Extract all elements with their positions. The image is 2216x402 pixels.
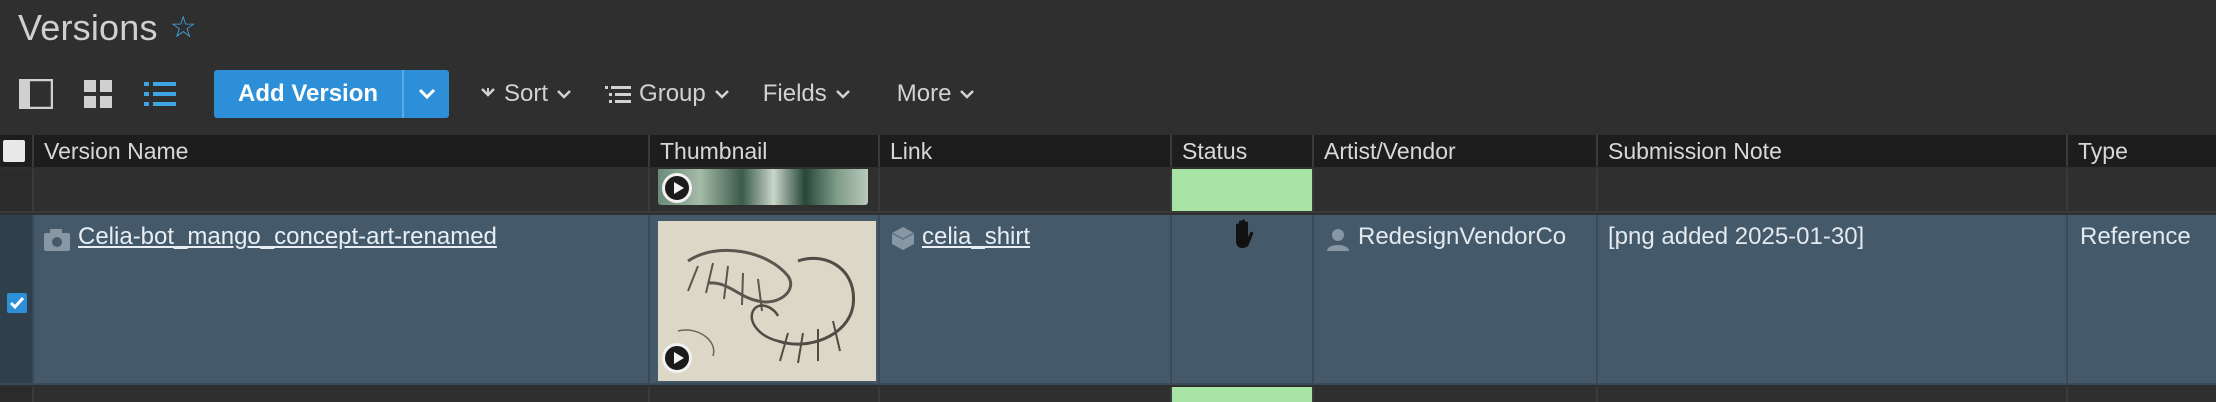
table-header: Version Name Thumbnail Link Status Artis… bbox=[0, 135, 2216, 167]
column-header[interactable]: Version Name bbox=[34, 135, 650, 167]
status-indicator bbox=[1172, 387, 1312, 402]
table-row[interactable] bbox=[0, 169, 2216, 213]
type-value: Reference bbox=[2080, 223, 2191, 250]
submission-note-cell[interactable] bbox=[1598, 169, 2068, 213]
sort-menu[interactable]: Sort bbox=[480, 80, 572, 108]
version-name-cell[interactable]: Celia-bot_mango_concept-art-renamed bbox=[34, 215, 650, 385]
type-cell[interactable] bbox=[2068, 387, 2216, 402]
status-cell[interactable] bbox=[1172, 169, 1314, 213]
link-cell[interactable]: celia_shirt bbox=[880, 215, 1172, 385]
row-select-cell[interactable] bbox=[0, 215, 34, 385]
thumbnail-cell[interactable] bbox=[650, 215, 880, 385]
row-select-cell[interactable] bbox=[0, 387, 34, 402]
type-cell[interactable] bbox=[2068, 169, 2216, 213]
title-row: Versions ☆ bbox=[18, 6, 197, 50]
toolbar: Add Version Sort Group Fields More bbox=[14, 69, 975, 119]
add-version-dropdown-button[interactable] bbox=[402, 70, 450, 118]
column-header[interactable]: Type bbox=[2068, 135, 2216, 167]
column-header[interactable]: Artist/Vendor bbox=[1314, 135, 1598, 167]
row-checkbox-checked[interactable] bbox=[7, 293, 27, 313]
version-name-cell[interactable] bbox=[34, 387, 650, 402]
chevron-down-icon bbox=[835, 90, 850, 99]
status-cell[interactable] bbox=[1172, 387, 1314, 402]
table-row-selected[interactable]: Celia-bot_mango_concept-art-renamed celi… bbox=[0, 215, 2216, 385]
sort-label: Sort bbox=[504, 80, 549, 107]
link-cell[interactable] bbox=[880, 387, 1172, 402]
submission-note-cell[interactable] bbox=[1598, 387, 2068, 402]
user-icon bbox=[1327, 229, 1349, 251]
fields-menu[interactable]: Fields bbox=[763, 80, 851, 108]
play-icon[interactable] bbox=[662, 173, 692, 203]
hand-icon bbox=[1236, 219, 1254, 248]
chevron-down-icon bbox=[557, 90, 571, 99]
row-select-cell[interactable] bbox=[0, 169, 34, 213]
chevron-down-icon bbox=[960, 90, 975, 99]
star-outline-icon[interactable]: ☆ bbox=[170, 13, 197, 43]
sidebar-layout-icon[interactable] bbox=[14, 72, 58, 116]
more-label: More bbox=[896, 80, 952, 107]
play-icon[interactable] bbox=[662, 343, 692, 373]
thumbnail-cell[interactable] bbox=[650, 387, 880, 402]
column-header[interactable]: Thumbnail bbox=[650, 135, 880, 167]
list-view-icon[interactable] bbox=[138, 72, 182, 116]
column-header[interactable]: Submission Note bbox=[1598, 135, 2068, 167]
artist-cell[interactable] bbox=[1314, 169, 1598, 213]
add-version-button[interactable]: Add Version bbox=[214, 70, 403, 118]
link-cell[interactable] bbox=[880, 169, 1172, 213]
linked-entity-link[interactable]: celia_shirt bbox=[922, 223, 1030, 251]
type-cell[interactable]: Reference bbox=[2068, 215, 2216, 385]
table-row[interactable] bbox=[0, 387, 2216, 402]
select-all-cell bbox=[0, 135, 34, 167]
column-header[interactable]: Status bbox=[1172, 135, 1314, 167]
version-name-cell[interactable] bbox=[34, 169, 650, 213]
chevron-down-icon bbox=[418, 88, 435, 100]
artist-cell[interactable]: RedesignVendorCo bbox=[1314, 215, 1598, 385]
fields-label: Fields bbox=[762, 80, 827, 107]
more-menu[interactable]: More bbox=[897, 80, 976, 108]
asset-cube-icon bbox=[891, 227, 915, 250]
submission-note-text: [png added 2025-01-30] bbox=[1608, 223, 1865, 250]
page-title: Versions bbox=[18, 7, 158, 48]
group-icon bbox=[605, 86, 632, 103]
chevron-down-icon bbox=[714, 90, 729, 99]
sort-icon bbox=[481, 88, 495, 97]
column-header[interactable]: Link bbox=[880, 135, 1172, 167]
artist-cell[interactable] bbox=[1314, 387, 1598, 402]
status-indicator bbox=[1172, 169, 1312, 211]
versions-page: Versions ☆ Add Version Sort Group Fields… bbox=[0, 0, 2216, 402]
select-all-checkbox[interactable] bbox=[3, 140, 25, 162]
grid-view-icon[interactable] bbox=[76, 72, 120, 116]
thumbnail-cell[interactable] bbox=[650, 169, 880, 213]
group-menu[interactable]: Group bbox=[605, 80, 730, 108]
checkmark-icon bbox=[9, 297, 25, 310]
submission-note-cell[interactable]: [png added 2025-01-30] bbox=[1598, 215, 2068, 385]
group-label: Group bbox=[639, 80, 706, 107]
artist-name[interactable]: RedesignVendorCo bbox=[1358, 223, 1566, 251]
status-cell[interactable] bbox=[1172, 215, 1314, 385]
version-icon bbox=[44, 229, 70, 251]
version-name-link[interactable]: Celia-bot_mango_concept-art-renamed bbox=[78, 223, 497, 251]
